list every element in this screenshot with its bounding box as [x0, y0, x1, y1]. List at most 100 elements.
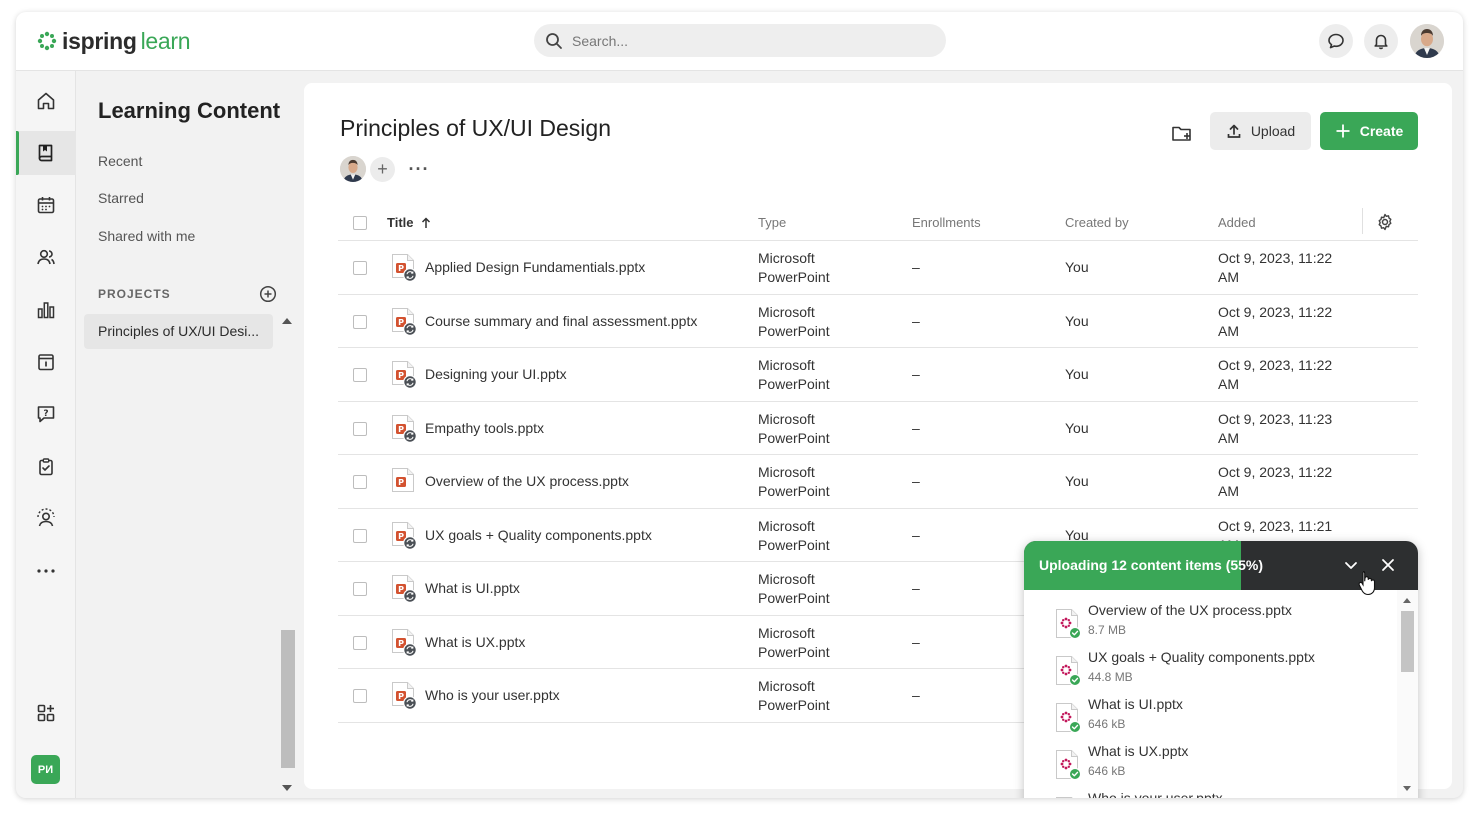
chat-button[interactable] [1319, 24, 1353, 58]
column-created-by[interactable]: Created by [1065, 215, 1129, 230]
upload-panel-title: Uploading 12 content items (55%) [1039, 557, 1264, 573]
create-button[interactable]: Create [1320, 112, 1418, 150]
upload-item-name: UX goals + Quality components.pptx [1088, 649, 1315, 665]
rail-tasks[interactable] [16, 445, 76, 489]
notifications-button[interactable] [1364, 24, 1398, 58]
logo[interactable]: ispring learn [36, 26, 191, 56]
row-type-line1: Microsoft [758, 517, 815, 534]
row-title[interactable]: Empathy tools.pptx [425, 420, 544, 436]
app-window: ispring learn Search... ? РИ Learning Co… [16, 12, 1463, 798]
row-type-line1: Microsoft [758, 571, 815, 587]
upload-item: Overview of the UX process.pptx 8.7 MB [1054, 602, 1394, 648]
upload-scroll-thumb[interactable] [1401, 611, 1414, 672]
upload-scrollbar[interactable] [1397, 590, 1418, 798]
row-title[interactable]: Applied Design Fundamentials.pptx [425, 259, 645, 275]
add-member-button[interactable]: + [370, 157, 395, 182]
column-title[interactable]: Title [387, 215, 432, 230]
row-checkbox[interactable] [353, 528, 367, 543]
upload-item: What is UI.pptx 646 kB [1054, 696, 1394, 742]
row-added: Oct 9, 2023, 11:23 AM [1218, 410, 1348, 448]
nav-scroll-up[interactable] [282, 318, 292, 324]
close-icon[interactable] [1379, 556, 1397, 574]
add-project-icon[interactable] [259, 285, 277, 303]
upload-item-size: 646 kB [1088, 717, 1126, 731]
row-checkbox[interactable] [353, 368, 367, 382]
column-enrollments[interactable]: Enrollments [912, 215, 981, 230]
upload-icon [1227, 124, 1241, 138]
rail-learning-content[interactable] [16, 131, 76, 175]
more-options-button[interactable]: ··· [408, 157, 430, 182]
rail-users[interactable] [16, 235, 76, 279]
search-box[interactable] [534, 24, 946, 57]
upload-button[interactable]: Upload [1210, 112, 1311, 150]
nav-recent[interactable]: Recent [98, 153, 142, 169]
table-row[interactable]: P Course summary and final assessment.pp… [338, 295, 1418, 348]
rail-calendar[interactable] [16, 183, 76, 227]
table-row[interactable]: P Empathy tools.pptx Microsoft PowerPoint… [338, 402, 1418, 455]
row-checkbox[interactable] [353, 689, 367, 703]
nav-shared[interactable]: Shared with me [98, 228, 195, 244]
rail-help[interactable]: ? [16, 392, 76, 436]
column-type[interactable]: Type [758, 215, 786, 230]
row-enrollments: – [912, 580, 920, 596]
row-type-line1: Microsoft [758, 464, 815, 480]
row-title[interactable]: What is UI.pptx [425, 580, 520, 596]
rail-info[interactable] [16, 340, 76, 384]
user-avatar[interactable] [1410, 24, 1444, 58]
row-title[interactable]: Overview of the UX process.pptx [425, 473, 629, 489]
row-title[interactable]: Course summary and final assessment.pptx [425, 313, 697, 329]
bell-icon [1374, 34, 1388, 50]
column-added[interactable]: Added [1218, 215, 1256, 230]
project-item[interactable]: Principles of UX/UI Desi... [84, 314, 273, 349]
row-title[interactable]: Designing your UI.pptx [425, 366, 567, 382]
table-row[interactable]: P Overview of the UX process.pptx Micros… [338, 455, 1418, 509]
search-input[interactable] [572, 32, 932, 49]
ispring-file-icon [1056, 656, 1082, 687]
account-badge[interactable]: РИ [31, 755, 60, 784]
row-type-line2: PowerPoint [758, 643, 830, 660]
row-title[interactable]: What is UX.pptx [425, 634, 525, 650]
select-all-checkbox[interactable] [353, 216, 367, 230]
row-checkbox[interactable] [353, 421, 367, 436]
projects-label: PROJECTS [98, 287, 171, 301]
nav-starred[interactable]: Starred [98, 190, 144, 206]
ispring-logo-icon [37, 31, 57, 51]
upload-scroll-down[interactable] [1403, 786, 1411, 791]
user-gear-icon [37, 508, 55, 527]
svg-text:P: P [398, 264, 404, 273]
row-checkbox[interactable] [353, 314, 367, 329]
table-header: Title Type Enrollments Created by Added [338, 203, 1418, 241]
apps-add-icon [37, 704, 55, 722]
svg-text:P: P [398, 371, 404, 380]
row-added-line1: Oct 9, 2023, 11:21 [1218, 517, 1333, 534]
table-row[interactable]: P Designing your UI.pptx Microsoft PowerP… [338, 348, 1418, 402]
rail-home[interactable] [16, 79, 76, 123]
row-checkbox[interactable] [353, 475, 367, 489]
owner-avatar[interactable] [340, 156, 366, 182]
upload-item: UX goals + Quality components.pptx 44.8 … [1054, 649, 1394, 695]
rail-reports[interactable] [16, 288, 76, 332]
nav-scroll-down[interactable] [282, 785, 292, 791]
home-icon [37, 92, 55, 110]
row-checkbox[interactable] [353, 261, 367, 275]
upload-scroll-up[interactable] [1403, 598, 1411, 603]
upload-item-size: 8.7 MB [1088, 623, 1127, 637]
table-row[interactable]: P Applied Design Fundamentials.pptx Micr… [338, 241, 1418, 295]
more-icon [37, 569, 55, 573]
nav-scroll-thumb[interactable] [281, 630, 295, 768]
hand-cursor-icon [1358, 570, 1376, 596]
rail-more[interactable] [16, 549, 76, 593]
row-created-by: You [1065, 366, 1089, 382]
row-checkbox[interactable] [353, 635, 367, 650]
rail-apps[interactable] [16, 691, 76, 735]
row-created-by: You [1065, 312, 1089, 329]
new-folder-icon[interactable] [1170, 121, 1194, 145]
row-title[interactable]: UX goals + Quality components.pptx [425, 527, 652, 543]
row-type: Microsoft PowerPoint [758, 677, 888, 715]
row-title[interactable]: Who is your user.pptx [425, 687, 560, 703]
row-created-by: You [1065, 473, 1089, 489]
row-enrollments: – [912, 312, 920, 329]
rail-user-settings[interactable] [16, 497, 76, 541]
row-checkbox[interactable] [353, 582, 367, 596]
column-settings-icon[interactable] [1376, 213, 1394, 231]
